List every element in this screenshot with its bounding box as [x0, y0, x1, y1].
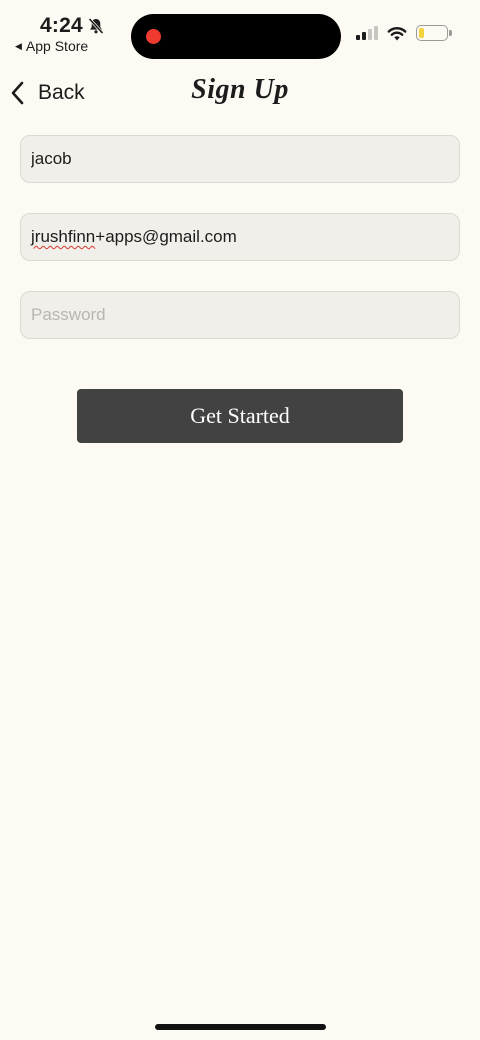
sign-up-screen: 4:24 ◀ App Store Back Sign Up jacob jrus… — [0, 0, 480, 1040]
name-field[interactable] — [20, 135, 460, 183]
email-rest: +apps@gmail.com — [95, 227, 237, 246]
back-to-app-label: App Store — [25, 38, 89, 54]
bell-slash-icon — [88, 17, 104, 35]
home-indicator[interactable] — [155, 1024, 326, 1030]
page-title: Sign Up — [191, 74, 289, 105]
back-to-app-link[interactable]: ◀ App Store — [15, 38, 88, 54]
back-triangle-icon: ◀ — [15, 40, 22, 51]
password-field[interactable] — [20, 291, 460, 339]
password-input[interactable] — [31, 305, 449, 325]
name-input[interactable] — [31, 149, 449, 169]
battery-nub — [449, 30, 452, 36]
wifi-icon — [387, 26, 407, 40]
dynamic-island — [131, 14, 341, 59]
email-field[interactable]: jrushfinn+apps@gmail.com — [20, 213, 460, 261]
status-time: 4:24 — [40, 14, 105, 38]
battery-level — [419, 28, 425, 38]
recording-indicator-icon — [146, 29, 161, 44]
battery-icon — [416, 25, 452, 41]
email-value[interactable]: jrushfinn+apps@gmail.com — [31, 227, 237, 247]
email-misspelled-part: jrushfinn — [31, 227, 96, 246]
time-text: 4:24 — [40, 14, 83, 37]
get-started-button[interactable]: Get Started — [77, 389, 403, 443]
status-icons — [356, 25, 452, 41]
cellular-signal-icon — [356, 26, 378, 40]
